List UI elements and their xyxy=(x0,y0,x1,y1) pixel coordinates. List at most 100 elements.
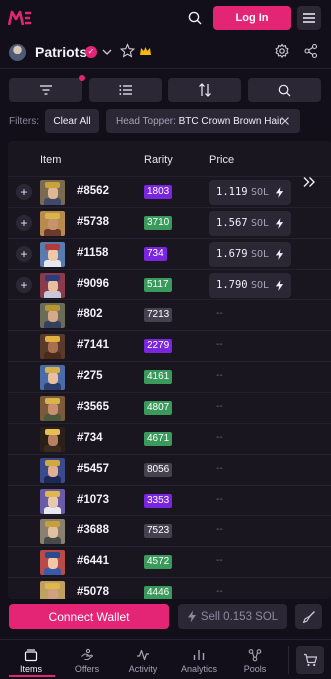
table-search-button[interactable] xyxy=(248,78,321,102)
connect-wallet-button[interactable]: Connect Wallet xyxy=(9,604,169,629)
nft-thumbnail[interactable] xyxy=(40,180,65,205)
search-icon[interactable] xyxy=(183,6,207,30)
item-id[interactable]: #5457 xyxy=(77,463,109,475)
buy-now-button[interactable]: 1.119 SOL xyxy=(209,180,291,205)
table-row[interactable]: #734 4671 -- xyxy=(8,422,331,453)
header-divider xyxy=(0,68,331,69)
add-to-cart-button[interactable]: + xyxy=(16,214,32,231)
table-row[interactable]: #7141 2279 -- xyxy=(8,330,331,360)
price-unit: SOL xyxy=(251,279,270,291)
column-header-price[interactable]: Price xyxy=(209,154,234,166)
nft-thumbnail-body xyxy=(44,475,61,483)
column-header-rarity[interactable]: Rarity xyxy=(144,154,173,166)
filter-button[interactable] xyxy=(9,78,82,102)
close-icon[interactable] xyxy=(278,114,292,128)
nav-pools[interactable]: Pools xyxy=(227,640,283,679)
nft-thumbnail-crown xyxy=(45,367,60,374)
add-to-cart-button[interactable]: + xyxy=(16,245,32,262)
items-table: Item Rarity Price + #8562 1803 1.119 SOL + #57… xyxy=(8,141,331,599)
table-row[interactable]: #275 4161 -- xyxy=(8,361,331,391)
cart-button[interactable] xyxy=(296,646,324,674)
table-row[interactable]: #1073 3353 -- xyxy=(8,484,331,515)
nft-thumbnail[interactable] xyxy=(40,426,65,452)
table-row[interactable]: #3688 7523 -- xyxy=(8,515,331,545)
nft-thumbnail[interactable] xyxy=(40,272,65,298)
sort-button[interactable] xyxy=(168,78,241,102)
nft-thumbnail[interactable] xyxy=(40,303,65,329)
nft-thumbnail-crown xyxy=(45,490,60,497)
nft-thumbnail-crown xyxy=(45,397,60,404)
lightning-icon xyxy=(275,279,284,291)
rarity-badge: 7523 xyxy=(144,524,173,539)
nft-thumbnail-face xyxy=(48,557,58,570)
table-row[interactable]: #5457 8056 -- xyxy=(8,453,331,484)
login-button[interactable]: Log In xyxy=(213,6,291,30)
table-row[interactable]: + #9096 5117 1.790 SOL xyxy=(8,268,331,299)
add-to-cart-button[interactable]: + xyxy=(16,184,32,200)
table-row[interactable]: #802 7213 -- xyxy=(8,299,331,329)
item-id[interactable]: #275 xyxy=(77,370,103,382)
buy-now-button[interactable]: 1.679 SOL xyxy=(209,241,291,267)
nft-thumbnail[interactable] xyxy=(40,519,65,545)
nft-thumbnail-body xyxy=(44,198,61,205)
nft-thumbnail[interactable] xyxy=(40,581,65,599)
nft-thumbnail[interactable] xyxy=(40,210,65,236)
item-id[interactable]: #1073 xyxy=(77,494,109,506)
chevron-down-icon[interactable] xyxy=(101,43,113,61)
item-id[interactable]: #8562 xyxy=(77,185,109,197)
menu-icon[interactable] xyxy=(297,6,321,30)
sweep-button[interactable] xyxy=(295,604,322,629)
add-to-cart-button[interactable]: + xyxy=(16,276,32,293)
item-id[interactable]: #802 xyxy=(77,308,103,320)
nft-thumbnail[interactable] xyxy=(40,488,65,514)
nft-thumbnail[interactable] xyxy=(40,550,65,576)
price-empty: -- xyxy=(216,400,223,412)
table-row[interactable]: #3565 4807 -- xyxy=(8,391,331,422)
nft-thumbnail[interactable] xyxy=(40,241,65,267)
table-row[interactable]: #5078 4446 -- xyxy=(8,577,331,599)
gear-icon[interactable] xyxy=(274,42,290,60)
nft-thumbnail-crown xyxy=(45,212,60,219)
price-empty: -- xyxy=(216,524,223,536)
lightning-icon xyxy=(187,610,196,623)
table-row[interactable]: #6441 4572 -- xyxy=(8,546,331,576)
nav-items[interactable]: Items xyxy=(3,640,59,679)
rarity-badge: 1803 xyxy=(144,185,173,199)
table-row[interactable]: + #5738 3710 1.567 SOL xyxy=(8,206,331,237)
item-id[interactable]: #5738 xyxy=(77,216,109,228)
nft-thumbnail-crown xyxy=(45,552,60,559)
nft-thumbnail[interactable] xyxy=(40,395,65,421)
nav-offers-label: Offers xyxy=(74,664,100,674)
item-id[interactable]: #3565 xyxy=(77,401,109,413)
filter-chip[interactable]: Head Topper: BTC Crown Brown Hair xyxy=(106,109,300,133)
price-unit: SOL xyxy=(251,187,270,198)
nft-thumbnail[interactable] xyxy=(40,365,65,391)
rarity-badge: 4671 xyxy=(144,431,173,446)
table-row[interactable]: + #1158 734 1.679 SOL xyxy=(8,237,331,268)
list-view-button[interactable] xyxy=(89,78,162,102)
nav-offers[interactable]: Offers xyxy=(59,640,115,679)
star-icon[interactable] xyxy=(120,42,135,60)
item-id[interactable]: #734 xyxy=(77,432,103,444)
rarity-badge: 2279 xyxy=(144,339,173,354)
item-id[interactable]: #5078 xyxy=(77,586,109,598)
table-row[interactable]: + #8562 1803 1.119 SOL xyxy=(8,176,331,206)
nft-thumbnail[interactable] xyxy=(40,457,65,483)
nft-thumbnail-face xyxy=(48,279,58,292)
nft-thumbnail-body xyxy=(44,506,61,514)
buy-now-button[interactable]: 1.567 SOL xyxy=(209,210,291,236)
nav-activity[interactable]: Activity xyxy=(115,640,171,679)
clear-all-button[interactable]: Clear All xyxy=(45,109,99,133)
buy-now-button[interactable]: 1.790 SOL xyxy=(209,272,291,298)
nav-analytics[interactable]: Analytics xyxy=(171,640,227,679)
share-icon[interactable] xyxy=(303,42,319,60)
item-id[interactable]: #1158 xyxy=(77,247,108,259)
item-id[interactable]: #7141 xyxy=(77,339,109,351)
nft-thumbnail[interactable] xyxy=(40,334,65,360)
item-id[interactable]: #3688 xyxy=(77,524,109,536)
item-id[interactable]: #9096 xyxy=(77,278,109,290)
item-id[interactable]: #6441 xyxy=(77,555,109,567)
rarity-badge: 4807 xyxy=(144,400,173,415)
magic-eden-logo[interactable] xyxy=(8,9,32,27)
sell-button[interactable]: Sell 0.153 SOL xyxy=(178,604,287,629)
